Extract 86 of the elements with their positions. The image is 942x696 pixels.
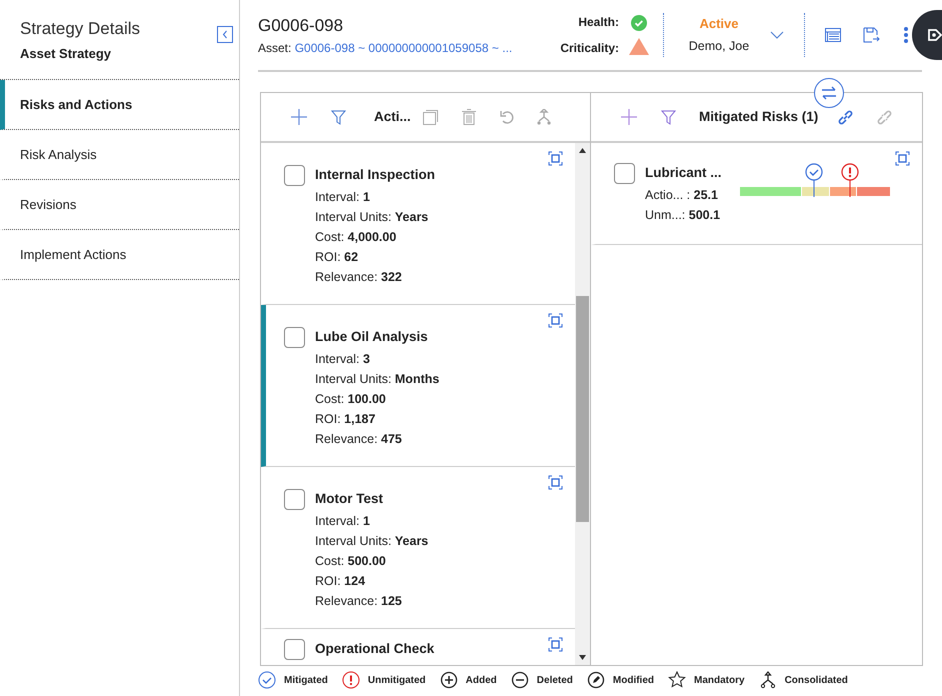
legend-label: Unmitigated xyxy=(368,674,426,688)
checkbox[interactable] xyxy=(284,165,305,186)
sidebar-title: Strategy Details xyxy=(19,18,141,40)
more-menu-button[interactable] xyxy=(904,27,908,43)
deleted-legend-icon xyxy=(510,671,529,689)
card-title: Motor Test xyxy=(315,490,384,508)
expand-button[interactable] xyxy=(548,313,563,328)
legend-label: Consolidated xyxy=(784,674,848,688)
status-text: Active xyxy=(699,14,739,33)
checkbox[interactable] xyxy=(284,327,305,348)
copy-button[interactable] xyxy=(422,110,438,124)
filter-button[interactable] xyxy=(661,110,676,124)
field-text: Cost: 4,000.00 xyxy=(315,229,398,246)
collapse-sidebar-button[interactable] xyxy=(217,26,233,43)
sidebar-item[interactable]: Risks and Actions xyxy=(0,80,239,130)
field-text: Actio... : 25.1 xyxy=(645,187,719,204)
modified-legend-icon xyxy=(586,671,605,689)
swap-button[interactable] xyxy=(814,78,844,108)
add-button[interactable] xyxy=(291,109,307,125)
table-view-button[interactable] xyxy=(825,28,841,42)
field-text: Relevance: 322 xyxy=(315,269,403,286)
user-name: Demo, Joe xyxy=(688,38,750,56)
consolidated-legend-icon xyxy=(758,671,777,689)
field-text: Interval Units: Months xyxy=(315,371,440,388)
mandatory-legend-icon xyxy=(668,671,686,689)
field-text: ROI: 1,187 xyxy=(315,411,376,428)
unmitigated-legend-icon xyxy=(342,671,360,689)
dropdown-caret-icon[interactable] xyxy=(770,31,784,39)
field-text: Relevance: 125 xyxy=(315,593,403,610)
field-text: Interval Units: Years xyxy=(315,533,428,550)
check-circle-icon xyxy=(631,15,647,31)
checkbox[interactable] xyxy=(284,489,305,510)
health-label: Health: xyxy=(578,14,619,31)
panel-title: Mitigated Risks (1) xyxy=(699,108,818,126)
add-button[interactable] xyxy=(621,109,637,125)
action-card[interactable]: Operational Check xyxy=(261,629,575,665)
sidebar-subtitle: Asset Strategy xyxy=(19,44,112,63)
delete-button[interactable] xyxy=(462,109,476,125)
mitigated-legend-icon xyxy=(258,671,276,689)
asset-label: Asset: xyxy=(258,40,292,55)
checkbox[interactable] xyxy=(284,639,305,660)
field-text: Relevance: 475 xyxy=(315,431,403,448)
field-text: Cost: 100.00 xyxy=(315,391,387,408)
card-title: Lubricant ... xyxy=(645,164,722,182)
expand-button[interactable] xyxy=(548,637,563,652)
asset-title: G0006-098 xyxy=(258,15,344,38)
expand-button[interactable] xyxy=(548,151,563,166)
field-text: ROI: 124 xyxy=(315,573,366,590)
scroll-up-icon[interactable] xyxy=(579,148,586,153)
field-text: Interval: 1 xyxy=(315,513,371,530)
filter-button[interactable] xyxy=(331,110,346,124)
save-button[interactable] xyxy=(863,27,880,43)
triangle-icon xyxy=(629,38,649,55)
legend-label: Modified xyxy=(612,674,654,688)
field-text: Unm...: 500.1 xyxy=(645,207,722,224)
sidebar-item[interactable]: Risk Analysis xyxy=(0,130,239,180)
panel-title: Acti... xyxy=(374,108,411,126)
legend-label: Mitigated xyxy=(284,674,328,688)
expand-button[interactable] xyxy=(548,475,563,490)
field-text: Cost: 500.00 xyxy=(315,553,387,570)
field-text: Interval Units: Years xyxy=(315,209,430,226)
checkbox[interactable] xyxy=(614,163,635,184)
undo-button[interactable] xyxy=(500,110,515,124)
card-title: Lube Oil Analysis xyxy=(315,328,429,346)
expand-button[interactable] xyxy=(895,151,910,166)
asset-link[interactable]: G0006-098 ~ 000000000001059058 ~ ... xyxy=(294,40,512,55)
legend-label: Deleted xyxy=(536,674,573,688)
side-panel-button[interactable] xyxy=(912,10,942,60)
risk-card[interactable]: Lubricant ... Actio... : 25.1 Unm...: 500.1 xyxy=(591,143,922,245)
consolidate-button[interactable] xyxy=(536,109,551,125)
sidebar-item[interactable]: Revisions xyxy=(0,180,239,230)
added-legend-icon xyxy=(440,671,458,689)
link-button[interactable] xyxy=(838,110,854,124)
legend-label: Added xyxy=(466,674,497,688)
field-text: Interval: 1 xyxy=(315,189,371,206)
scrollbar-thumb[interactable] xyxy=(576,296,589,522)
tag-icon xyxy=(926,28,942,42)
field-text: ROI: 62 xyxy=(315,249,360,266)
card-title: Operational Check xyxy=(315,640,434,658)
swap-icon xyxy=(821,86,837,100)
sidebar-item[interactable]: Implement Actions xyxy=(0,230,239,280)
scroll-down-icon[interactable] xyxy=(579,655,586,660)
card-title: Internal Inspection xyxy=(315,166,436,184)
field-text: Interval: 3 xyxy=(315,351,371,368)
criticality-label: Criticality: xyxy=(560,40,619,57)
legend-label: Mandatory xyxy=(694,674,745,688)
